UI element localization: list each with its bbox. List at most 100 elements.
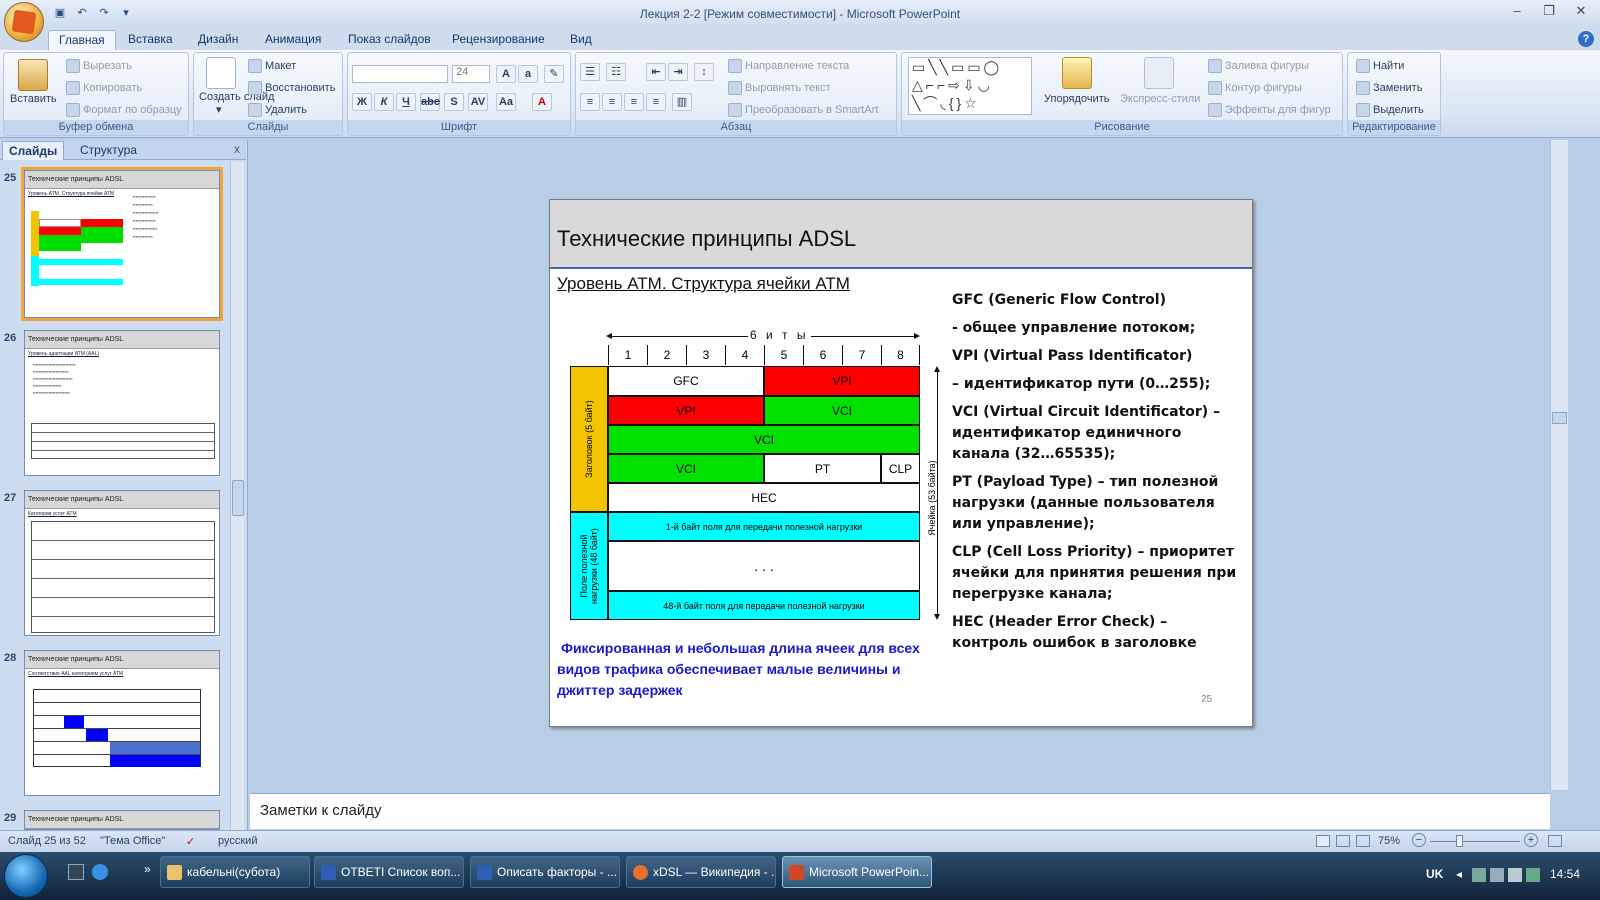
tab-slideshow[interactable]: Показ слайдов	[338, 30, 441, 50]
taskbar-item[interactable]: кабельні(субота)	[160, 856, 310, 888]
align-center-icon[interactable]: ≡	[602, 93, 622, 111]
font-size-combo[interactable]: 24	[452, 65, 490, 83]
reset-button[interactable]: Восстановить	[248, 81, 335, 95]
minimize-button[interactable]: –	[1502, 2, 1532, 22]
align-left-icon[interactable]: ≡	[580, 93, 600, 111]
definitions-list[interactable]: GFC (Generic Flow Control) - общее управ…	[952, 290, 1242, 661]
clear-format-icon[interactable]: ✎	[544, 65, 564, 83]
bullets-icon[interactable]: ☰	[580, 63, 600, 81]
language-indicator[interactable]: русский	[218, 835, 257, 847]
layout-button[interactable]: Макет	[248, 59, 296, 73]
theme-name[interactable]: "Тема Office"	[100, 835, 165, 847]
tab-slides[interactable]: Слайды	[2, 141, 65, 160]
quicklaunch-more-icon[interactable]: »	[144, 862, 151, 876]
columns-icon[interactable]: ▥	[672, 93, 692, 111]
slide-thumbnail-29[interactable]: Технические принципы ADSL	[24, 810, 220, 830]
strikethrough-icon[interactable]: abc	[420, 93, 440, 111]
zoom-in-icon[interactable]: +	[1524, 833, 1538, 847]
normal-view-icon[interactable]	[1316, 835, 1330, 847]
bold-icon[interactable]: Ж	[352, 93, 372, 111]
editor-scrollbar[interactable]	[1550, 140, 1568, 790]
cut-button[interactable]: Вырезать	[66, 59, 132, 73]
shape-effects-button[interactable]: Эффекты для фигур	[1208, 103, 1331, 117]
clock[interactable]: 14:54	[1550, 867, 1580, 881]
tab-animation[interactable]: Анимация	[255, 30, 331, 50]
slide-thumbnail-27[interactable]: Технические принципы ADSL Категории услу…	[24, 490, 220, 636]
help-icon[interactable]: ?	[1578, 31, 1594, 47]
tab-design[interactable]: Дизайн	[188, 30, 248, 50]
scroll-thumb[interactable]	[1552, 412, 1567, 424]
fit-window-icon[interactable]	[1548, 835, 1562, 847]
align-right-icon[interactable]: ≡	[624, 93, 644, 111]
shrink-font-icon[interactable]: a	[518, 65, 538, 83]
new-slide-dropdown[interactable]: ▾	[216, 103, 222, 116]
slide-title[interactable]: Технические принципы ADSL	[557, 226, 856, 252]
zoom-slider-knob[interactable]	[1456, 835, 1463, 847]
shapes-gallery[interactable]: ▭╲╲▭▭◯ △⌐⌐⇨⇩◡ ╲⌒◟{}☆	[908, 57, 1032, 115]
quick-styles-button[interactable]: Экспресс-стили	[1120, 93, 1200, 105]
paste-button[interactable]: Вставить	[10, 93, 57, 105]
office-button[interactable]	[4, 2, 44, 42]
scroll-thumb[interactable]	[232, 480, 244, 516]
arrange-icon[interactable]	[1062, 57, 1092, 89]
power-icon[interactable]	[1490, 868, 1504, 882]
zoom-out-icon[interactable]: −	[1412, 833, 1426, 847]
align-text-button[interactable]: Выровнять текст	[728, 81, 831, 95]
slide-thumbnail-25[interactable]: Технические принципы ADSL Уровень ATM. С…	[21, 167, 223, 321]
font-color-icon[interactable]: A	[532, 93, 552, 111]
slide[interactable]: Технические принципы ADSL Уровень ATM. С…	[549, 199, 1253, 727]
panel-scrollbar[interactable]	[230, 162, 244, 830]
sorter-view-icon[interactable]	[1336, 835, 1350, 847]
zoom-level[interactable]: 75%	[1378, 835, 1400, 847]
format-painter-button[interactable]: Формат по образцу	[66, 103, 182, 117]
close-panel-icon[interactable]: x	[234, 142, 240, 156]
taskbar-item[interactable]: ОТВЕТІ Список воп...	[314, 856, 464, 888]
text-direction-button[interactable]: Направление текста	[728, 59, 849, 73]
italic-icon[interactable]: К	[374, 93, 394, 111]
tray-arrow-icon[interactable]: ◂	[1456, 867, 1462, 881]
zoom-slider[interactable]	[1430, 841, 1520, 842]
increase-indent-icon[interactable]: ⇥	[668, 63, 688, 81]
ie-icon[interactable]	[92, 864, 108, 880]
volume-icon[interactable]	[1508, 868, 1522, 882]
spellcheck-icon[interactable]: ✓	[186, 835, 195, 848]
delete-slide-button[interactable]: Удалить	[248, 103, 307, 117]
language-indicator[interactable]: UK	[1426, 867, 1443, 881]
slide-subtitle[interactable]: Уровень ATM. Структура ячейки ATM	[557, 274, 850, 294]
tab-view[interactable]: Вид	[560, 30, 602, 50]
atm-cell-diagram[interactable]: 6 и т ы 1 2 3 4 5 6 7 8 Заголовок (5 бай…	[570, 328, 940, 628]
paste-icon[interactable]	[18, 59, 48, 91]
close-button[interactable]: ✕	[1566, 2, 1596, 22]
shadow-icon[interactable]: S	[444, 93, 464, 111]
taskbar-item[interactable]: Описать факторы - ...	[470, 856, 620, 888]
tab-outline[interactable]: Структура	[74, 141, 143, 160]
font-name-combo[interactable]	[352, 65, 448, 83]
network-icon[interactable]	[1472, 868, 1486, 882]
start-button[interactable]	[4, 854, 48, 898]
underline-icon[interactable]: Ч	[396, 93, 416, 111]
shape-fill-button[interactable]: Заливка фигуры	[1208, 59, 1309, 73]
line-spacing-icon[interactable]: ↕	[694, 63, 714, 81]
notes-pane[interactable]: Заметки к слайду	[250, 793, 1550, 829]
slide-thumbnail-26[interactable]: Технические принципы ADSL Уровень адапта…	[24, 330, 220, 476]
show-desktop-icon[interactable]	[68, 864, 84, 880]
decrease-indent-icon[interactable]: ⇤	[646, 63, 666, 81]
tab-review[interactable]: Рецензирование	[442, 30, 555, 50]
maximize-button[interactable]: ❐	[1534, 2, 1564, 22]
quick-styles-icon[interactable]	[1144, 57, 1174, 89]
case-icon[interactable]: Aa	[496, 93, 516, 111]
slide-note-text[interactable]: Фиксированная и небольшая длина ячеек дл…	[557, 638, 925, 701]
new-slide-icon[interactable]	[206, 57, 236, 89]
arrange-button[interactable]: Упорядочить	[1044, 93, 1109, 105]
justify-icon[interactable]: ≡	[646, 93, 666, 111]
slide-thumbnail-28[interactable]: Технические принципы ADSL Соответствие A…	[24, 650, 220, 796]
taskbar-item-active[interactable]: Microsoft PowerPoin...	[782, 856, 932, 888]
replace-button[interactable]: Заменить	[1356, 81, 1422, 95]
smartart-button[interactable]: Преобразовать в SmartArt	[728, 103, 878, 117]
copy-button[interactable]: Копировать	[66, 81, 142, 95]
tab-insert[interactable]: Вставка	[118, 30, 183, 50]
grow-font-icon[interactable]: A	[496, 65, 516, 83]
shape-outline-button[interactable]: Контур фигуры	[1208, 81, 1302, 95]
select-button[interactable]: Выделить	[1356, 103, 1424, 117]
taskbar-item[interactable]: xDSL — Википедия - ...	[626, 856, 776, 888]
